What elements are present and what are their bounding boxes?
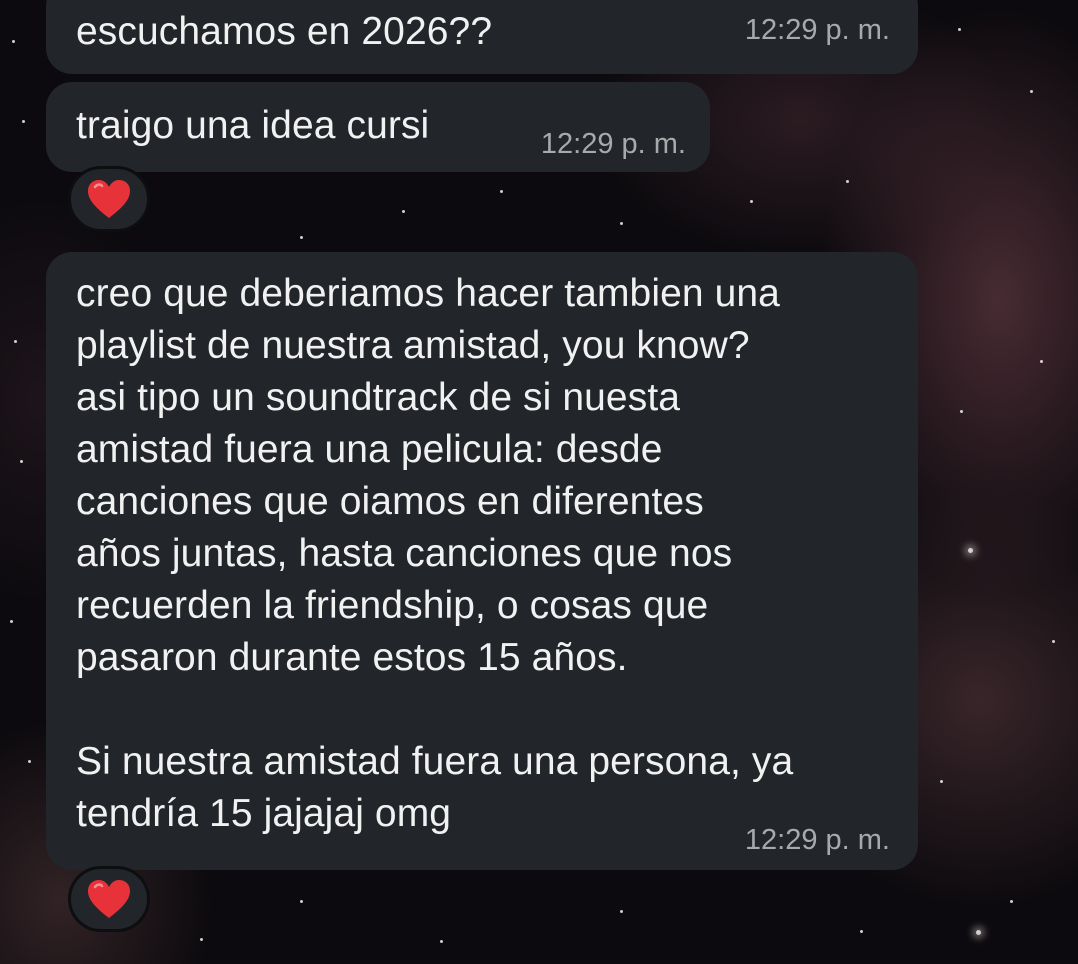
message-bubble[interactable]: escuchamos en 2026?? 12:29 p. m. — [46, 0, 918, 74]
heart-icon — [88, 180, 130, 218]
message-text: creo que deberiamos hacer tambien una pl… — [76, 272, 794, 835]
message-bubble[interactable]: creo que deberiamos hacer tambien una pl… — [46, 252, 918, 870]
message-timestamp: 12:29 p. m. — [744, 14, 890, 46]
message-bubble[interactable]: traigo una idea cursi 12:29 p. m. — [46, 82, 710, 172]
heart-icon — [88, 880, 130, 918]
message-text: traigo una idea cursi — [76, 104, 430, 147]
reaction-badge[interactable] — [68, 866, 150, 932]
message-text: escuchamos en 2026?? — [76, 10, 493, 53]
message-timestamp: 12:29 p. m. — [540, 128, 686, 160]
reaction-badge[interactable] — [68, 166, 150, 232]
message-timestamp: 12:29 p. m. — [744, 824, 890, 856]
